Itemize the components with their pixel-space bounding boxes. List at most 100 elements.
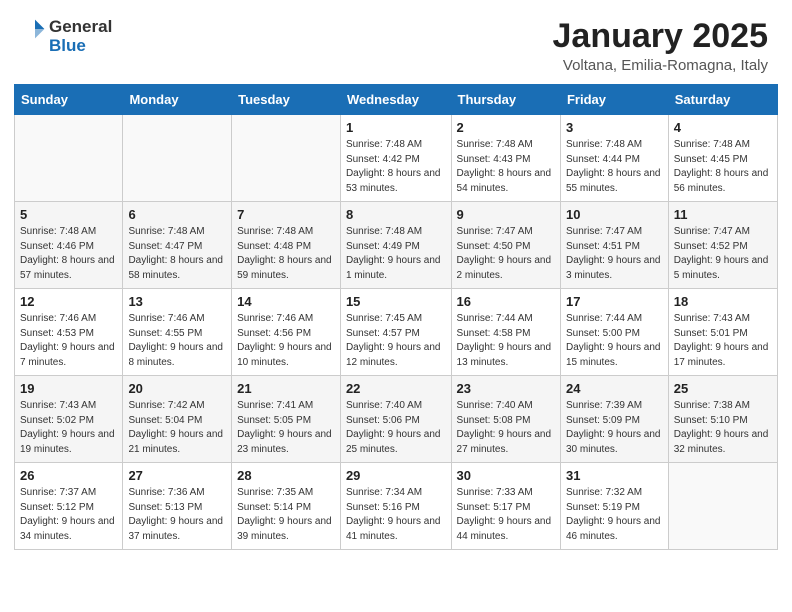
calendar-header-row: Sunday Monday Tuesday Wednesday Thursday… [15,85,778,115]
calendar-cell: 8 Sunrise: 7:48 AMSunset: 4:49 PMDaylight… [340,202,451,289]
calendar-cell: 10 Sunrise: 7:47 AMSunset: 4:51 PMDayligh… [560,202,668,289]
day-info: Sunrise: 7:46 AMSunset: 4:55 PMDaylight:… [128,312,226,370]
logo-icon [24,18,46,40]
day-number: 11 [674,207,772,222]
day-info: Sunrise: 7:48 AMSunset: 4:47 PMDaylight:… [128,225,226,283]
calendar-cell: 17 Sunrise: 7:44 AMSunset: 5:00 PMDayligh… [560,289,668,376]
calendar-week-2: 5 Sunrise: 7:48 AMSunset: 4:46 PMDaylight… [15,202,778,289]
calendar-cell: 30 Sunrise: 7:33 AMSunset: 5:17 PMDayligh… [451,463,560,550]
day-info: Sunrise: 7:42 AMSunset: 5:04 PMDaylight:… [128,399,226,457]
day-number: 30 [457,468,555,483]
day-number: 10 [566,207,663,222]
calendar-cell: 21 Sunrise: 7:41 AMSunset: 5:05 PMDayligh… [232,376,341,463]
calendar-cell: 23Sunrise: 7:40 AMSunset: 5:08 PMDayligh… [451,376,560,463]
day-number: 4 [674,120,772,135]
day-info: Sunrise: 7:40 AMSunset: 5:06 PMDaylight:… [346,399,446,457]
day-info: Sunrise: 7:33 AMSunset: 5:17 PMDaylight:… [457,486,555,544]
calendar-cell: 31 Sunrise: 7:32 AMSunset: 5:19 PMDayligh… [560,463,668,550]
day-info: Sunrise: 7:43 AMSunset: 5:02 PMDaylight:… [20,399,117,457]
col-friday: Friday [560,85,668,115]
logo-text: General Blue [49,18,112,55]
day-info: Sunrise: 7:48 AMSunset: 4:46 PMDaylight:… [20,225,117,283]
calendar-cell: 25 Sunrise: 7:38 AMSunset: 5:10 PMDayligh… [668,376,777,463]
day-info: Sunrise: 7:41 AMSunset: 5:05 PMDaylight:… [237,399,335,457]
calendar-week-5: 26Sunrise: 7:37 AMSunset: 5:12 PMDayligh… [15,463,778,550]
calendar-cell: 6Sunrise: 7:48 AMSunset: 4:47 PMDaylight… [123,202,232,289]
calendar-cell: 7 Sunrise: 7:48 AMSunset: 4:48 PMDaylight… [232,202,341,289]
calendar-cell: 16Sunrise: 7:44 AMSunset: 4:58 PMDayligh… [451,289,560,376]
day-info: Sunrise: 7:43 AMSunset: 5:01 PMDaylight:… [674,312,772,370]
calendar-cell: 15 Sunrise: 7:45 AMSunset: 4:57 PMDayligh… [340,289,451,376]
day-info: Sunrise: 7:46 AMSunset: 4:53 PMDaylight:… [20,312,117,370]
day-info: Sunrise: 7:47 AMSunset: 4:52 PMDaylight:… [674,225,772,283]
day-number: 24 [566,381,663,396]
col-saturday: Saturday [668,85,777,115]
day-info: Sunrise: 7:48 AMSunset: 4:42 PMDaylight:… [346,138,446,196]
day-number: 21 [237,381,335,396]
calendar-cell: 27 Sunrise: 7:36 AMSunset: 5:13 PMDayligh… [123,463,232,550]
day-number: 23 [457,381,555,396]
day-number: 27 [128,468,226,483]
calendar-cell [232,115,341,202]
day-info: Sunrise: 7:48 AMSunset: 4:49 PMDaylight:… [346,225,446,283]
month-title: January 2025 [553,18,769,55]
day-info: Sunrise: 7:44 AMSunset: 5:00 PMDaylight:… [566,312,663,370]
calendar-cell: 29Sunrise: 7:34 AMSunset: 5:16 PMDayligh… [340,463,451,550]
title-area: January 2025 Voltana, Emilia-Romagna, It… [553,18,769,74]
calendar-cell: 13 Sunrise: 7:46 AMSunset: 4:55 PMDayligh… [123,289,232,376]
calendar-cell: 11 Sunrise: 7:47 AMSunset: 4:52 PMDayligh… [668,202,777,289]
calendar-cell [123,115,232,202]
day-number: 22 [346,381,446,396]
day-number: 5 [20,207,117,222]
calendar-table: Sunday Monday Tuesday Wednesday Thursday… [14,84,778,550]
day-number: 14 [237,294,335,309]
day-info: Sunrise: 7:36 AMSunset: 5:13 PMDaylight:… [128,486,226,544]
calendar-cell: 9 Sunrise: 7:47 AMSunset: 4:50 PMDaylight… [451,202,560,289]
day-info: Sunrise: 7:45 AMSunset: 4:57 PMDaylight:… [346,312,446,370]
day-info: Sunrise: 7:39 AMSunset: 5:09 PMDaylight:… [566,399,663,457]
day-number: 13 [128,294,226,309]
day-number: 9 [457,207,555,222]
day-number: 16 [457,294,555,309]
day-number: 8 [346,207,446,222]
calendar-cell: 4 Sunrise: 7:48 AMSunset: 4:45 PMDaylight… [668,115,777,202]
logo-general: General [49,18,112,37]
calendar-cell: 3Sunrise: 7:48 AMSunset: 4:44 PMDaylight… [560,115,668,202]
col-monday: Monday [123,85,232,115]
day-number: 20 [128,381,226,396]
day-info: Sunrise: 7:48 AMSunset: 4:43 PMDaylight:… [457,138,555,196]
calendar-cell: 2 Sunrise: 7:48 AMSunset: 4:43 PMDaylight… [451,115,560,202]
calendar-cell: 26Sunrise: 7:37 AMSunset: 5:12 PMDayligh… [15,463,123,550]
calendar-cell: 1 Sunrise: 7:48 AMSunset: 4:42 PMDaylight… [340,115,451,202]
day-number: 15 [346,294,446,309]
calendar-week-3: 12 Sunrise: 7:46 AMSunset: 4:53 PMDayligh… [15,289,778,376]
calendar-cell [15,115,123,202]
day-number: 25 [674,381,772,396]
day-number: 7 [237,207,335,222]
col-wednesday: Wednesday [340,85,451,115]
logo-blue: Blue [49,37,112,56]
day-info: Sunrise: 7:38 AMSunset: 5:10 PMDaylight:… [674,399,772,457]
day-number: 1 [346,120,446,135]
calendar-week-1: 1 Sunrise: 7:48 AMSunset: 4:42 PMDaylight… [15,115,778,202]
day-info: Sunrise: 7:48 AMSunset: 4:48 PMDaylight:… [237,225,335,283]
location: Voltana, Emilia-Romagna, Italy [553,57,769,74]
calendar-week-4: 19Sunrise: 7:43 AMSunset: 5:02 PMDayligh… [15,376,778,463]
day-info: Sunrise: 7:47 AMSunset: 4:51 PMDaylight:… [566,225,663,283]
logo: General Blue [24,18,112,55]
day-number: 17 [566,294,663,309]
calendar-cell: 14Sunrise: 7:46 AMSunset: 4:56 PMDayligh… [232,289,341,376]
col-sunday: Sunday [15,85,123,115]
day-number: 2 [457,120,555,135]
day-info: Sunrise: 7:48 AMSunset: 4:44 PMDaylight:… [566,138,663,196]
calendar-cell: 19Sunrise: 7:43 AMSunset: 5:02 PMDayligh… [15,376,123,463]
calendar-cell: 18Sunrise: 7:43 AMSunset: 5:01 PMDayligh… [668,289,777,376]
day-number: 29 [346,468,446,483]
day-info: Sunrise: 7:37 AMSunset: 5:12 PMDaylight:… [20,486,117,544]
day-number: 31 [566,468,663,483]
day-info: Sunrise: 7:32 AMSunset: 5:19 PMDaylight:… [566,486,663,544]
day-info: Sunrise: 7:47 AMSunset: 4:50 PMDaylight:… [457,225,555,283]
day-number: 12 [20,294,117,309]
calendar-cell [668,463,777,550]
day-info: Sunrise: 7:48 AMSunset: 4:45 PMDaylight:… [674,138,772,196]
